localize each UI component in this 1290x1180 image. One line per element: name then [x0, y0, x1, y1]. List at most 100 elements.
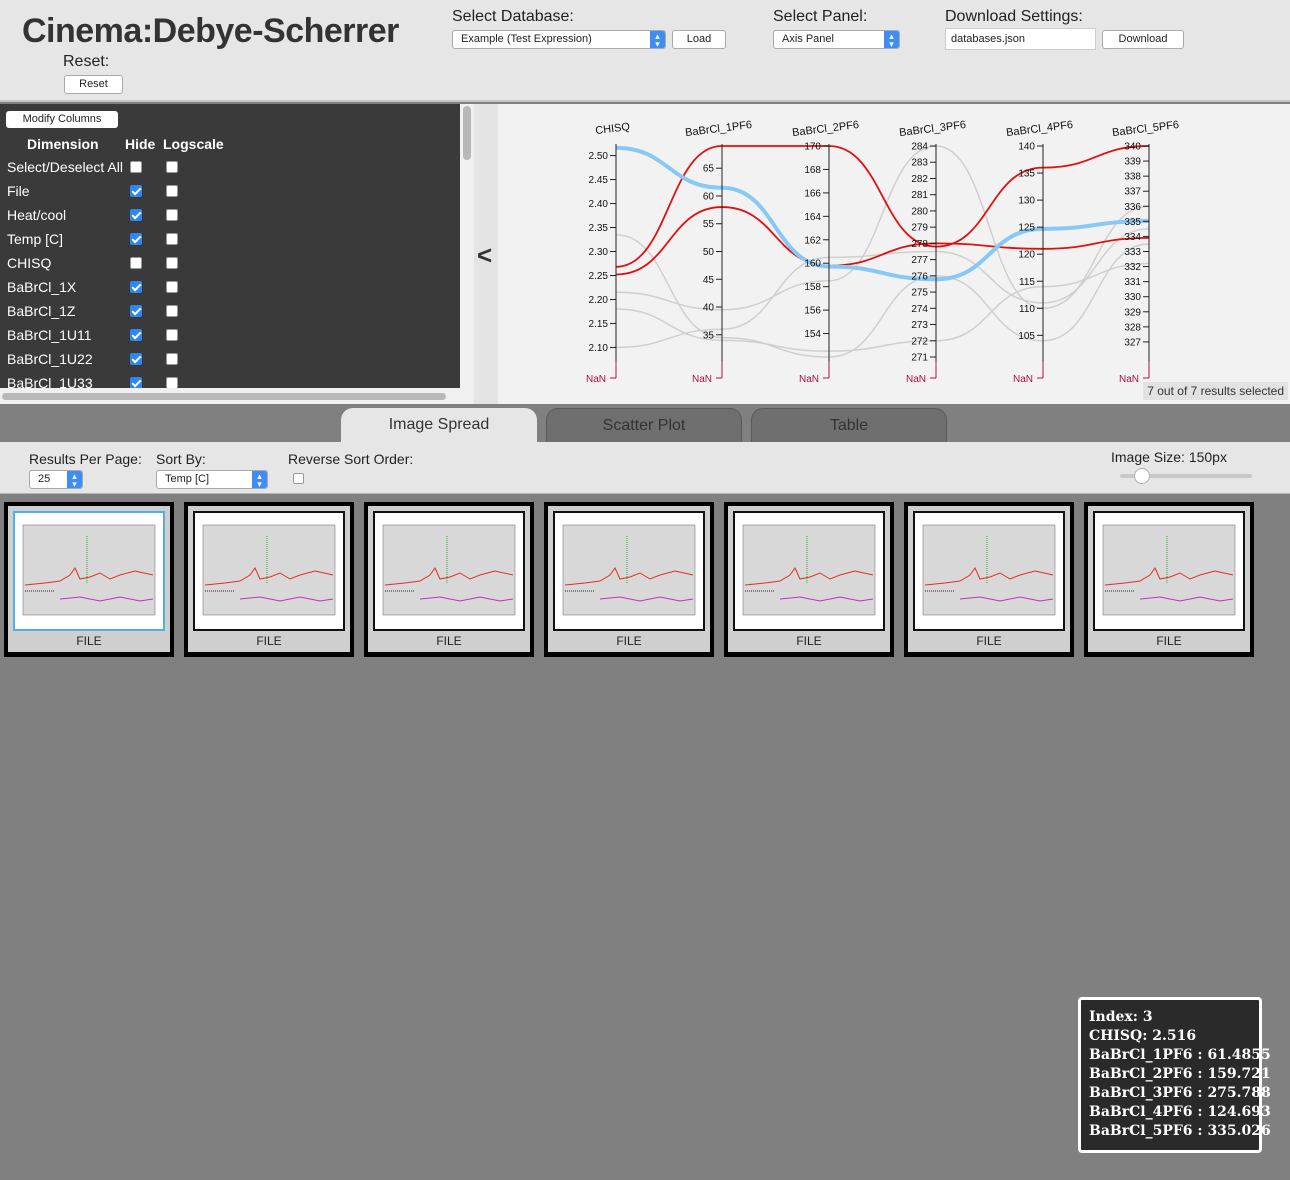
logscale-checkbox[interactable] [166, 257, 178, 269]
logscale-checkbox[interactable] [166, 353, 178, 365]
hide-checkbox[interactable] [130, 305, 142, 317]
result-card[interactable]: FILE [184, 502, 354, 657]
reverse-sort-label: Reverse Sort Order: [288, 451, 414, 467]
result-card[interactable]: FILE [544, 502, 714, 657]
axis-tick-label: 284 [911, 142, 928, 153]
select-arrows-icon: ▴ ▾ [884, 31, 899, 48]
results-per-page-select[interactable]: 25 ▴ ▾ [29, 470, 83, 489]
hide-checkbox[interactable] [130, 233, 142, 245]
result-thumbnail[interactable] [1093, 511, 1245, 631]
axis-tick-label: 105 [1018, 331, 1035, 342]
tab-table[interactable]: Table [751, 408, 947, 442]
dimension-name: BaBrCl_1X [7, 279, 77, 295]
result-card[interactable]: FILE [904, 502, 1074, 657]
view-tab-bar: Image Spread Scatter Plot Table [0, 404, 1290, 442]
hide-checkbox[interactable] [130, 329, 142, 341]
result-thumbnail[interactable] [913, 511, 1065, 631]
tab-scatter-plot[interactable]: Scatter Plot [546, 408, 742, 442]
select-database-label: Select Database: [452, 8, 574, 25]
axis-nan-label: NaN [1119, 374, 1139, 385]
axis-tick-label: 170 [804, 142, 821, 153]
download-filename-input[interactable]: databases.json [945, 28, 1096, 50]
data-line-selected [615, 206, 1150, 276]
reverse-sort-checkbox[interactable] [293, 473, 304, 484]
hide-checkbox[interactable] [130, 257, 142, 269]
axis-tick-label: 335 [1124, 217, 1141, 228]
logscale-checkbox[interactable] [166, 185, 178, 197]
axis-tick-label: 2.45 [589, 175, 609, 186]
logscale-checkbox[interactable] [166, 209, 178, 221]
scrollbar-thumb[interactable] [2, 393, 446, 400]
result-card[interactable]: FILE [4, 502, 174, 657]
hide-checkbox[interactable] [130, 209, 142, 221]
parallel-coordinates-panel: 2.50 2.45 2.40 2.35 2.30 2.25 2.20 2.15 2.10 NaN C… [498, 104, 1290, 404]
dimension-name: File [7, 183, 30, 199]
logscale-checkbox[interactable] [166, 281, 178, 293]
logscale-checkbox[interactable] [166, 377, 178, 388]
axis-tick-label: 164 [804, 212, 821, 223]
dimension-vertical-scrollbar[interactable] [460, 104, 474, 388]
axis-tick-label: 272 [911, 336, 928, 347]
result-card[interactable]: FILE [1084, 502, 1254, 657]
sort-by-select[interactable]: Temp [C] ▴ ▾ [156, 470, 268, 489]
scrollbar-thumb[interactable] [463, 106, 471, 160]
image-size-slider-thumb[interactable] [1134, 468, 1150, 484]
axis-tick-label: 283 [911, 158, 928, 169]
result-card[interactable]: FILE [724, 502, 894, 657]
axis-tick-label: 279 [911, 223, 928, 234]
axis-title: BaBrCl_1PF6 [685, 119, 753, 139]
hide-checkbox[interactable] [130, 161, 142, 173]
dimension-horizontal-scrollbar[interactable] [0, 388, 474, 404]
axis-tick-label: 2.50 [589, 151, 609, 162]
hide-header: Hide [125, 136, 156, 152]
result-card[interactable]: FILE [364, 502, 534, 657]
axis-tick-label: 60 [703, 191, 715, 202]
hide-checkbox[interactable] [130, 377, 142, 388]
result-label: FILE [1156, 634, 1182, 648]
result-thumbnail[interactable] [193, 511, 345, 631]
axis-tick-label: 160 [804, 259, 821, 270]
hide-checkbox[interactable] [130, 353, 142, 365]
logscale-checkbox[interactable] [166, 161, 178, 173]
axis-nan-label: NaN [1013, 374, 1033, 385]
dimension-name: BaBrCl_1U11 [7, 327, 92, 343]
axis-tick-label: 334 [1124, 232, 1141, 243]
axis-tick-label: 168 [804, 165, 821, 176]
axis-tick-label: 277 [911, 255, 928, 266]
tab-image-spread[interactable]: Image Spread [341, 408, 537, 442]
panel-select[interactable]: Axis Panel ▴ ▾ [773, 30, 900, 49]
tooltip-line: CHISQ: 2.516 [1089, 1028, 1197, 1044]
load-button[interactable]: Load [672, 30, 726, 49]
result-label: FILE [976, 634, 1002, 648]
selected-count-label: 7 out of 7 results selected [1143, 382, 1288, 400]
result-thumbnail[interactable] [733, 511, 885, 631]
database-select[interactable]: Example (Test Expression) ▴ ▾ [452, 30, 666, 49]
hide-checkbox[interactable] [130, 185, 142, 197]
result-thumbnail[interactable] [13, 511, 165, 631]
diffraction-plot-thumbnail [22, 524, 156, 616]
result-thumbnail[interactable] [553, 511, 705, 631]
logscale-checkbox[interactable] [166, 305, 178, 317]
axis-title: CHISQ [595, 121, 631, 137]
axis-tick-label: 282 [911, 174, 928, 185]
download-button[interactable]: Download [1102, 30, 1184, 49]
axis-title: BaBrCl_5PF6 [1112, 119, 1180, 139]
axis-tick-label: 327 [1124, 337, 1141, 348]
result-card-body: FILE [548, 506, 710, 652]
diffraction-plot-thumbnail [202, 524, 336, 616]
collapse-panel-icon[interactable]: < [477, 240, 492, 271]
axis-tick-label: 156 [804, 306, 821, 317]
reset-button[interactable]: Reset [64, 75, 123, 94]
modify-columns-button[interactable]: Modify Columns [6, 111, 118, 128]
dimension-row: BaBrCl_1U33 [0, 372, 460, 388]
result-card-body: FILE [908, 506, 1070, 652]
axis-tick-label: 273 [911, 320, 928, 331]
axis-tick-label: 2.40 [589, 199, 609, 210]
axis-tick-label: 120 [1018, 250, 1035, 261]
parallel-coordinates-chart[interactable]: 2.50 2.45 2.40 2.35 2.30 2.25 2.20 2.15 2.10 NaN C… [498, 104, 1290, 404]
hide-checkbox[interactable] [130, 281, 142, 293]
result-thumbnail[interactable] [373, 511, 525, 631]
logscale-checkbox[interactable] [166, 329, 178, 341]
logscale-checkbox[interactable] [166, 233, 178, 245]
dimension-name: BaBrCl_1U22 [7, 351, 93, 367]
